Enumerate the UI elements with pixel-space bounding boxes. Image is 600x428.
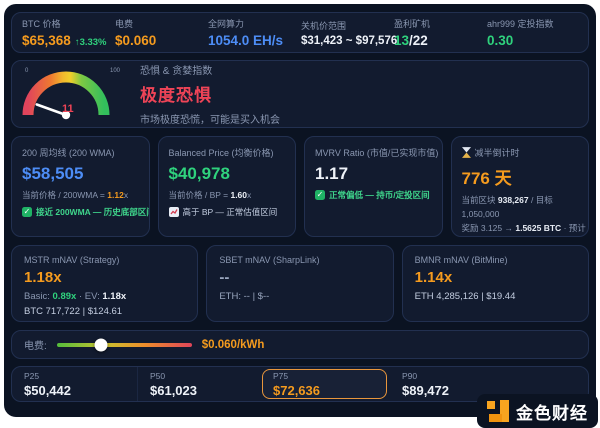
percentile-value: $61,023 [150, 383, 262, 398]
hashrate-value: 1054.0 EH/s [208, 33, 301, 48]
halving-days-value: 776 天 [462, 164, 579, 189]
electricity-slider-thumb[interactable] [95, 338, 108, 351]
card-title: 减半倒计时 [462, 146, 579, 159]
electricity-slider-track[interactable] [57, 343, 192, 347]
mstr-mnav-card: MSTR mNAV (Strategy) 1.18x Basic: 0.89x … [11, 245, 198, 322]
check-icon: ✓ [22, 207, 32, 217]
mstr-basic: 0.89x [53, 291, 77, 302]
sbet-mnav-value: -- [219, 269, 380, 286]
stat-label: 电费 [115, 17, 208, 30]
top-stats-bar: BTC 价格 $65,368 ↑3.33% 电费 $0.060 全网算力 1054… [11, 12, 589, 53]
btc-price-value: $65,368 [22, 33, 71, 48]
stat-label: BTC 价格 [22, 17, 115, 30]
check-icon: ✓ [315, 190, 325, 200]
bp-status-badge: 高于 BP — 正常估值区间 [169, 206, 286, 218]
stat-network-hashrate: 全网算力 1054.0 EH/s [208, 17, 301, 48]
badge-text: 高于 BP — 正常估值区间 [183, 206, 278, 218]
sbet-holdings: ETH: -- | $-- [219, 291, 380, 302]
valuation-cards-row: 200 周均线 (200 WMA) $58,505 当前价格 / 200WMA … [11, 136, 589, 237]
card-title: 200 周均线 (200 WMA) [22, 146, 139, 159]
mstr-mnav-value: 1.18x [24, 269, 185, 286]
wma200-status-badge: ✓ 接近 200WMA — 历史底部区间 [22, 206, 139, 218]
percentile-label: P50 [150, 371, 262, 381]
stat-label: 全网算力 [208, 17, 301, 30]
wma200-ratio: 1.12 [107, 190, 124, 200]
card-title: Balanced Price (均衡价格) [169, 146, 286, 159]
percentile-p50[interactable]: P50 $61,023 [137, 367, 262, 401]
badge-text: 接近 200WMA — 历史底部区间 [36, 206, 150, 218]
stat-label: ahr999 定投指数 [487, 17, 554, 30]
card-title: MVRV Ratio (市值/已实现市值) [315, 146, 432, 159]
gauge-arc-icon: 0 100 11 [22, 61, 126, 127]
halving-reward-line: 奖励 3.125 → 1.5625 BTC · 预计 [462, 222, 579, 234]
fear-greed-title: 恐惧 & 贪婪指数 [140, 62, 280, 77]
gauge-min-label: 0 [25, 68, 29, 74]
mvrv-card: MVRV Ratio (市值/已实现市值) 1.17 ✓ 正常偏低 — 持币/定… [304, 136, 443, 237]
sbet-mnav-card: SBET mNAV (SharpLink) -- ETH: -- | $-- [206, 245, 393, 322]
gauge-max-label: 100 [110, 68, 121, 74]
stat-electricity-fee: 电费 $0.060 [115, 17, 208, 48]
fear-greed-text: 恐惧 & 贪婪指数 极度恐惧 市场极度恐慌，可能是买入机会 [140, 62, 280, 126]
card-title: MSTR mNAV (Strategy) [24, 255, 185, 265]
fear-greed-card: 0 100 11 恐惧 & 贪婪指数 极度恐惧 市场极度恐慌，可能是买入机会 [11, 60, 589, 128]
profitable-miners-total: /22 [409, 33, 428, 48]
ahr999-value: 0.30 [487, 33, 554, 48]
profitable-miners-count: 13 [394, 33, 409, 48]
jinse-logo-icon [487, 400, 509, 422]
halving-target-block: 1,050,000 [462, 209, 579, 219]
wma200-ratio-line: 当前价格 / 200WMA = 1.12x [22, 189, 139, 201]
hourglass-icon [462, 147, 471, 158]
stat-label: 关机价范围 [301, 19, 394, 32]
fear-greed-gauge: 0 100 11 [22, 61, 126, 127]
percentile-label: P25 [24, 371, 137, 381]
btc-price-change: ↑3.33% [75, 37, 107, 48]
electricity-slider-card: 电费: $0.060/kWh [11, 330, 589, 359]
mstr-basic-ev-line: Basic: 0.89x · EV: 1.18x [24, 291, 185, 302]
stat-btc-price: BTC 价格 $65,368 ↑3.33% [22, 17, 115, 48]
bp-ratio: 1.60 [230, 190, 247, 200]
balanced-price-card: Balanced Price (均衡价格) $40,978 当前价格 / BP … [158, 136, 297, 237]
mvrv-value: 1.17 [315, 164, 432, 184]
bp-ratio-line: 当前价格 / BP = 1.60x [169, 189, 286, 201]
slider-label: 电费: [24, 337, 47, 352]
fear-greed-status: 极度恐惧 [140, 81, 280, 106]
badge-text: 正常偏低 — 持币/定投区间 [329, 189, 430, 201]
shutdown-range-value: $31,423 ~ $97,576 [301, 35, 394, 47]
crypto-dashboard: BTC 价格 $65,368 ↑3.33% 电费 $0.060 全网算力 1054… [4, 4, 596, 417]
current-block: 938,267 [498, 195, 529, 205]
wma200-card: 200 周均线 (200 WMA) $58,505 当前价格 / 200WMA … [11, 136, 150, 237]
mstr-holdings: BTC 717,722 | $124.61 [24, 306, 185, 317]
bmnr-holdings: ETH 4,285,126 | $19.44 [415, 291, 576, 302]
percentile-label: P75 [273, 371, 386, 381]
balanced-price-value: $40,978 [169, 164, 286, 184]
next-reward: 1.5625 BTC [515, 223, 561, 233]
jinse-finance-watermark: 金色财经 [477, 394, 598, 428]
stat-ahr999-index: ahr999 定投指数 0.30 [487, 17, 554, 48]
chart-icon [169, 207, 179, 217]
halving-countdown-card: 减半倒计时 776 天 当前区块 938,267 / 目标 1,050,000 … [451, 136, 590, 237]
bmnr-mnav-card: BMNR mNAV (BitMine) 1.14x ETH 4,285,126 … [402, 245, 589, 322]
percentile-p75-selected[interactable]: P75 $72,636 [262, 369, 387, 399]
stat-profitable-miners: 盈利矿机 13/22 [394, 17, 487, 48]
percentile-p25[interactable]: P25 $50,442 [12, 367, 137, 401]
percentile-value: $50,442 [24, 383, 137, 398]
gauge-value-label: 11 [62, 103, 74, 115]
halving-title-text: 减半倒计时 [475, 146, 520, 159]
mvrv-status-badge: ✓ 正常偏低 — 持币/定投区间 [315, 189, 432, 201]
card-title: BMNR mNAV (BitMine) [415, 255, 576, 265]
bmnr-mnav-value: 1.14x [415, 269, 576, 286]
fear-greed-description: 市场极度恐慌，可能是买入机会 [140, 111, 280, 126]
percentile-value: $72,636 [273, 383, 386, 398]
card-title: SBET mNAV (SharpLink) [219, 255, 380, 265]
halving-block-line: 当前区块 938,267 / 目标 [462, 194, 579, 206]
watermark-brand-text: 金色财经 [516, 399, 588, 424]
mnav-cards-row: MSTR mNAV (Strategy) 1.18x Basic: 0.89x … [11, 245, 589, 322]
mstr-ev: 1.18x [102, 291, 126, 302]
stat-label: 盈利矿机 [394, 17, 487, 30]
electricity-fee-value: $0.060 [115, 33, 208, 48]
percentile-label: P90 [402, 371, 588, 381]
wma200-value: $58,505 [22, 164, 139, 184]
electricity-slider-value: $0.060/kWh [202, 339, 265, 351]
stat-shutdown-price-range: 关机价范围 $31,423 ~ $97,576 [301, 19, 394, 47]
